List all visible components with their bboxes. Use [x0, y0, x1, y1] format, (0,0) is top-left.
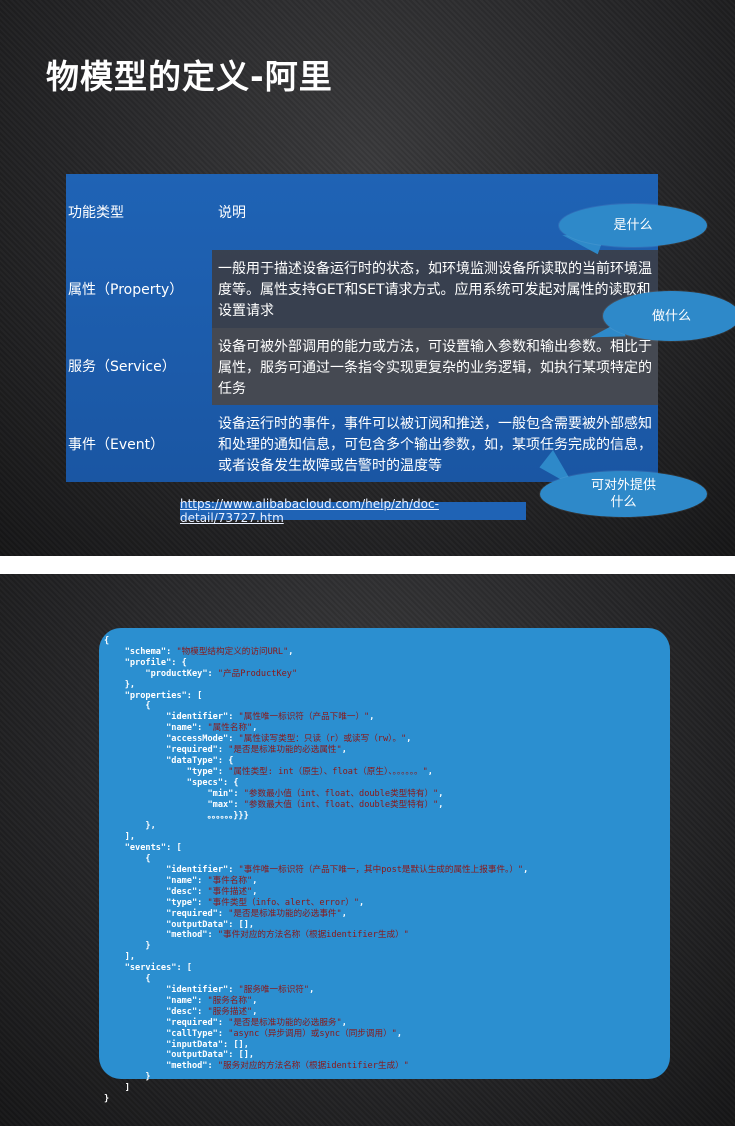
json-code-block: { "schema": "物模型结构定义的访问URL", "profile": …	[104, 636, 529, 1105]
callout-do-what-bubble: 做什么	[603, 291, 735, 341]
table-row-description: 设备可被外部调用的能力或方法，可设置输入参数和输出参数。相比于属性，服务可通过一…	[218, 339, 652, 397]
callout-provide-bubble: 可对外提供什么	[540, 471, 707, 517]
table-row-description: 设备运行时的事件，事件可以被订阅和推送，一般包含需要被外部感知和处理的通知信息，…	[218, 416, 652, 474]
table-row-type: 属性（Property）	[68, 282, 184, 298]
doc-link[interactable]: https://www.alibabacloud.com/help/zh/doc…	[180, 497, 526, 525]
table-header-type: 功能类型	[68, 205, 124, 221]
table-row-type: 服务（Service）	[68, 359, 176, 375]
table-row-type: 事件（Event）	[68, 437, 165, 453]
table-row-description: 一般用于描述设备运行时的状态，如环境监测设备所读取的当前环境温度等。属性支持GE…	[218, 261, 652, 319]
slide-thing-model-json: { "schema": "物模型结构定义的访问URL", "profile": …	[0, 574, 735, 1126]
slide-aliyun-thing-model: 物模型的定义-阿里 功能类型 说明 属性（Property） 一般用于描述设备运…	[0, 0, 735, 556]
callout-what-bubble: 是什么	[559, 204, 707, 247]
slide-title: 物模型的定义-阿里	[46, 57, 333, 96]
table-header-description: 说明	[218, 205, 246, 221]
